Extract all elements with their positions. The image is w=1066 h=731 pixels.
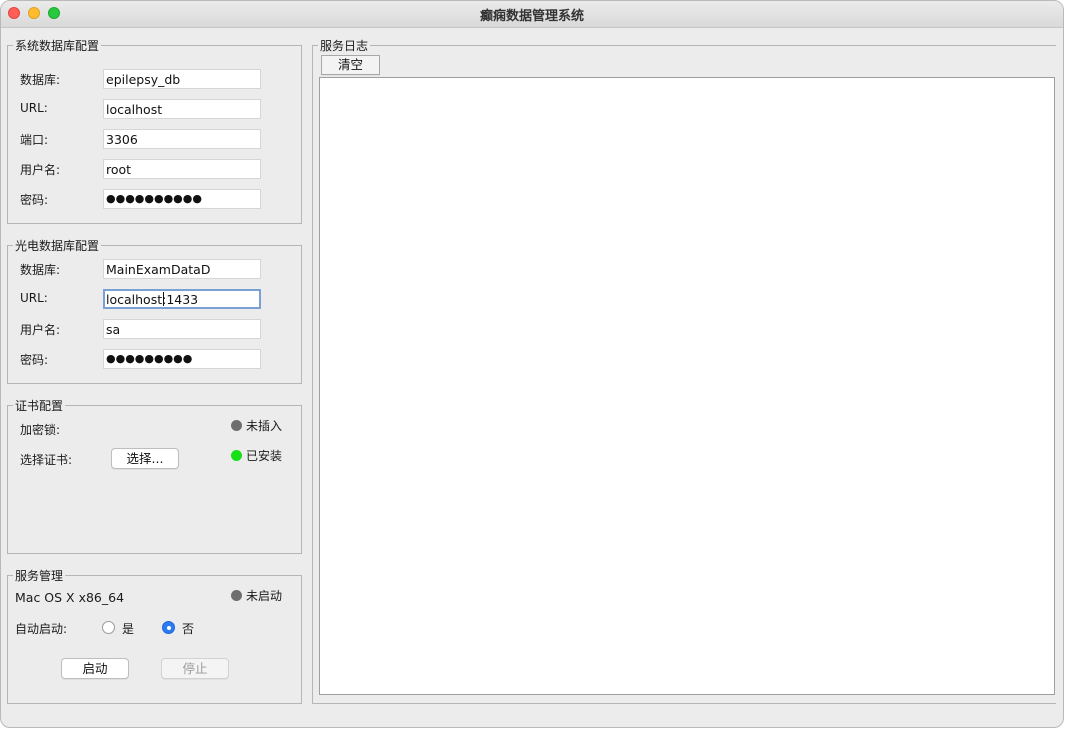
autostart-yes-label[interactable]: 是 xyxy=(122,620,134,637)
system-db-name-label: 数据库: xyxy=(20,73,61,87)
system-db-name-input[interactable] xyxy=(103,69,261,89)
autostart-no-radio[interactable] xyxy=(162,621,175,634)
text-caret xyxy=(163,292,164,306)
system-db-user-label: 用户名: xyxy=(20,163,61,177)
photo-db-user-input[interactable] xyxy=(103,319,261,339)
system-db-port-label: 端口: xyxy=(20,133,49,147)
title-bar: 癫痫数据管理系统 xyxy=(1,1,1063,28)
photo-db-user-label: 用户名: xyxy=(20,323,61,337)
photo-db-url-label: URL: xyxy=(20,291,48,305)
photo-db-password-label: 密码: xyxy=(20,353,49,367)
autostart-yes-radio[interactable] xyxy=(102,621,115,634)
cert-status-indicator xyxy=(231,450,242,461)
system-db-password-input[interactable]: ●●●●●●●●●● xyxy=(103,189,261,209)
service-status-text: 未启动 xyxy=(246,589,283,603)
dongle-status-indicator xyxy=(231,420,242,431)
system-db-port-input[interactable] xyxy=(103,129,261,149)
system-db-url-input[interactable] xyxy=(103,99,261,119)
log-text-area[interactable] xyxy=(319,77,1055,695)
service-legend: 服务管理 xyxy=(15,569,64,583)
autostart-label: 自动启动: xyxy=(15,622,68,636)
select-cert-button[interactable]: 选择... xyxy=(111,448,179,469)
dongle-status-text: 未插入 xyxy=(246,419,283,433)
system-db-legend: 系统数据库配置 xyxy=(15,39,100,53)
autostart-no-label[interactable]: 否 xyxy=(182,620,194,637)
photo-db-legend: 光电数据库配置 xyxy=(15,239,100,253)
system-db-user-input[interactable] xyxy=(103,159,261,179)
system-db-url-label: URL: xyxy=(20,101,48,115)
service-status-indicator xyxy=(231,590,242,601)
photo-db-url-input[interactable] xyxy=(103,289,261,309)
clear-log-button[interactable]: 清空 xyxy=(321,55,380,75)
cert-status-text: 已安装 xyxy=(246,449,283,463)
log-legend: 服务日志 xyxy=(320,39,369,53)
cert-legend: 证书配置 xyxy=(15,399,64,413)
app-window: 癫痫数据管理系统 系统数据库配置 数据库: URL: 端口: 用户名: 密码: … xyxy=(0,0,1064,728)
dongle-label: 加密锁: xyxy=(20,423,61,437)
system-db-password-label: 密码: xyxy=(20,193,49,207)
stop-service-button: 停止 xyxy=(161,658,229,679)
select-cert-label: 选择证书: xyxy=(20,453,73,467)
os-info-text: Mac OS X x86_64 xyxy=(15,590,125,605)
window-title: 癫痫数据管理系统 xyxy=(479,9,584,24)
photo-db-name-label: 数据库: xyxy=(20,263,61,277)
photo-db-name-input[interactable] xyxy=(103,259,261,279)
start-service-button[interactable]: 启动 xyxy=(61,658,129,679)
photo-db-password-input[interactable]: ●●●●●●●●● xyxy=(103,349,261,369)
